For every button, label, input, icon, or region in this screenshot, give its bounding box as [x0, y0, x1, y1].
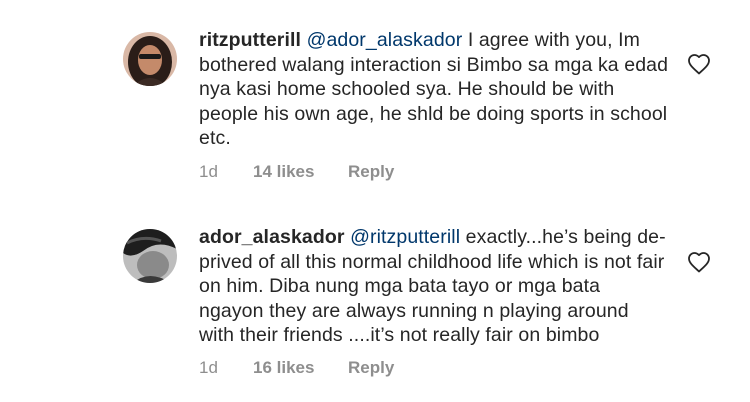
comment-username[interactable]: ritzputterill — [199, 29, 301, 51]
comment-body: ador_alaskador @ritzputterill exactly...… — [199, 225, 669, 348]
avatar[interactable] — [123, 229, 177, 283]
comment-likes-count[interactable]: 14 likes — [253, 162, 348, 182]
comment-mention[interactable]: @ador_alaskador — [307, 29, 463, 51]
comment-meta: 1d 16 likes Reply — [199, 358, 394, 378]
comment-body: ritzputterill @ador_alaskador I agree wi… — [199, 28, 669, 151]
comment-timestamp: 1d — [199, 358, 218, 377]
heart-outline-icon[interactable] — [687, 251, 711, 273]
comment-timestamp: 1d — [199, 162, 218, 181]
comment-mention[interactable]: @ritzputterill — [350, 226, 460, 248]
comment-meta: 1d 14 likes Reply — [199, 162, 394, 182]
reply-button[interactable]: Reply — [348, 358, 394, 378]
comment-likes-count[interactable]: 16 likes — [253, 358, 348, 378]
avatar[interactable] — [123, 32, 177, 86]
heart-outline-icon[interactable] — [687, 53, 711, 75]
comment-username[interactable]: ador_alaskador — [199, 226, 345, 248]
reply-button[interactable]: Reply — [348, 162, 394, 182]
